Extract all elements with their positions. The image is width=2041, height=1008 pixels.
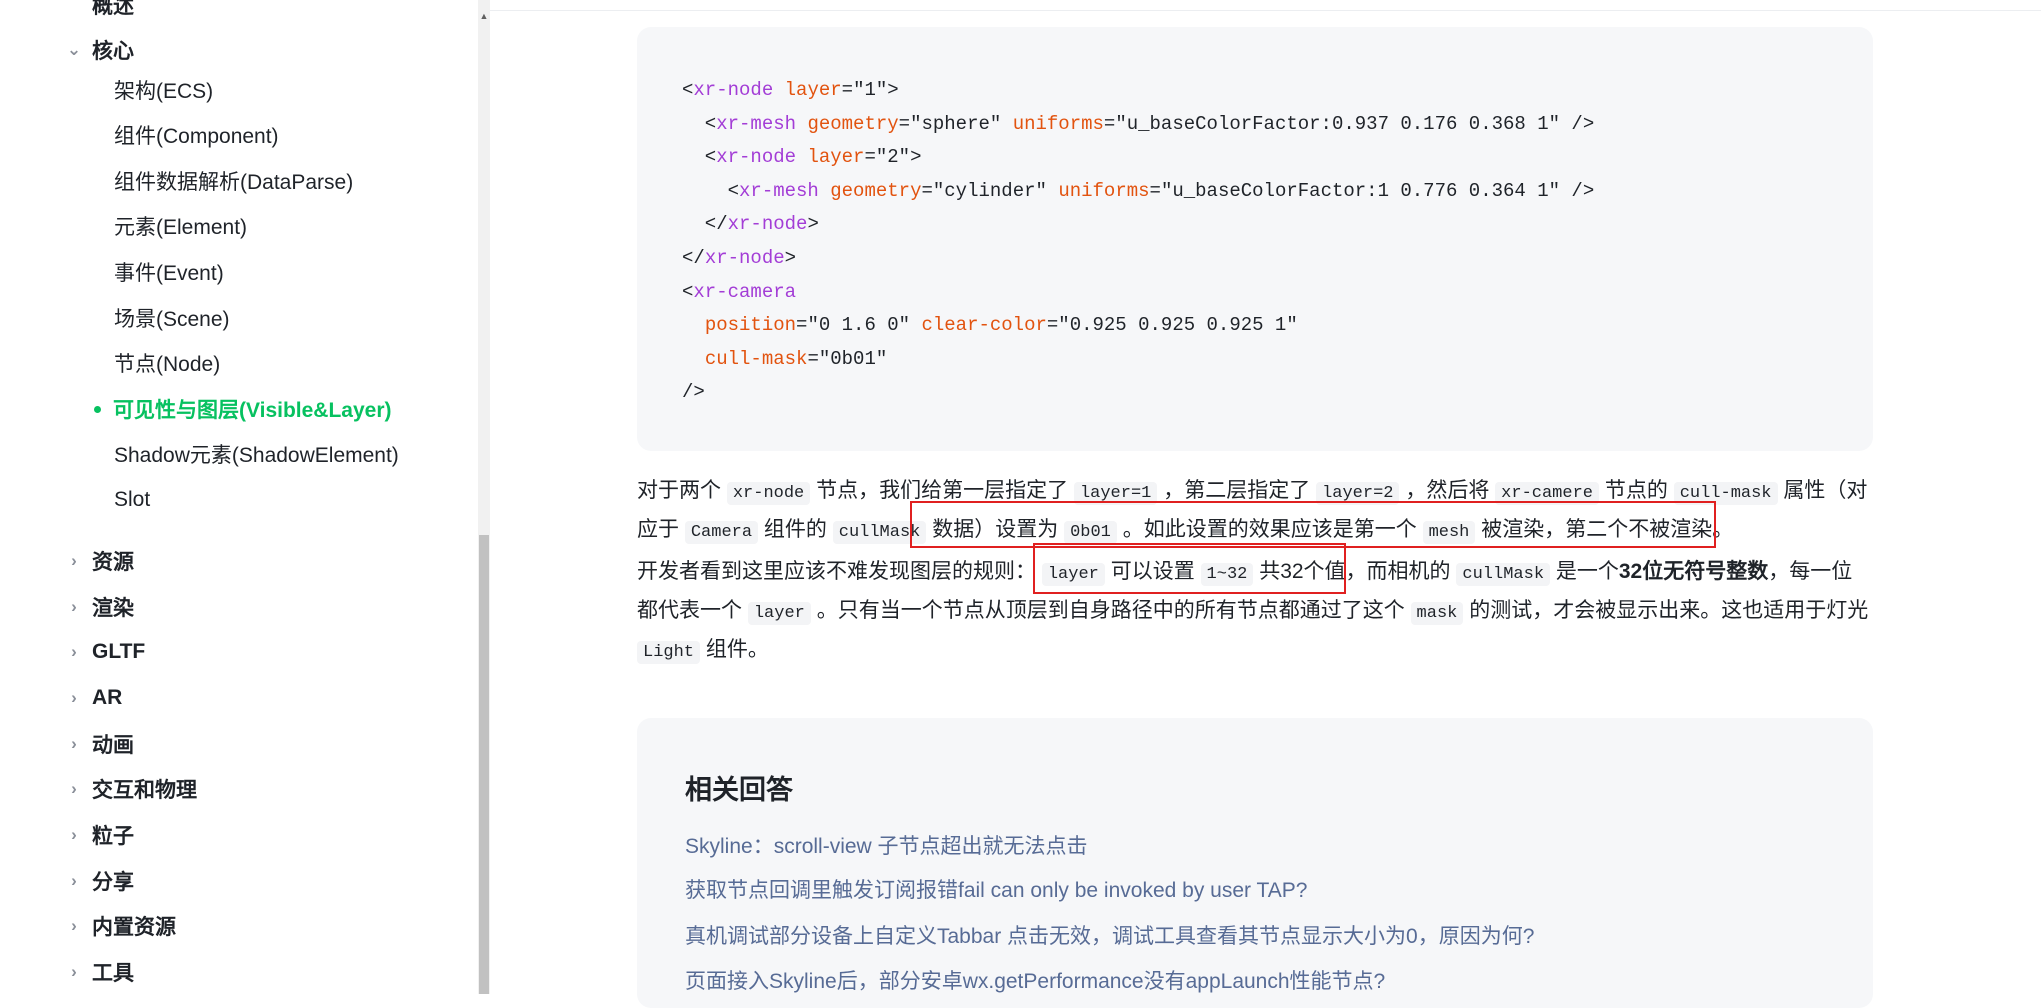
sidebar-item-event[interactable]: 事件(Event) [114,257,224,287]
highlight-box-cull-mask [910,501,1716,548]
chevron-right-icon: › [71,734,77,753]
sidebar-item-label: 资源 [92,551,134,574]
sidebar-item-label: Slot [114,488,151,511]
chevron-right-icon: › [71,597,77,616]
sidebar-item-label: AR [92,686,123,709]
sidebar-item-label: 场景(Scene) [114,308,230,331]
sidebar-item-label: 组件数据解析(DataParse) [114,171,354,194]
sidebar-item-interaction-physics[interactable]: › 交互和物理 [62,774,197,804]
sidebar-item-label: 核心 [92,40,134,63]
sidebar-item-slot[interactable]: Slot [114,485,150,515]
sidebar-item-dataparse[interactable]: 组件数据解析(DataParse) [114,166,353,196]
sidebar-item-label: 内置资源 [92,916,176,939]
sidebar-item-builtin-resources[interactable]: › 内置资源 [62,911,176,941]
sidebar-item-node[interactable]: 节点(Node) [114,348,220,378]
sidebar-item-component[interactable]: 组件(Component) [114,120,279,150]
chevron-right-icon: › [71,871,77,890]
sidebar-item-gltf[interactable]: › GLTF [62,637,145,667]
chevron-right-icon: › [71,642,77,661]
code-content: <xr-node layer="1"> <xr-mesh geometry="s… [682,79,1595,404]
sidebar-item-label: Shadow元素(ShadowElement) [114,444,399,467]
sidebar-item-particles[interactable]: › 粒子 [62,820,134,850]
related-link[interactable]: 页面接入Skyline后，部分安卓wx.getPerformance没有appL… [685,965,1385,995]
sidebar-item-label: 架构(ECS) [114,80,214,103]
sidebar-item-ar[interactable]: › AR [62,683,122,713]
sidebar-item-shadow-element[interactable]: Shadow元素(ShadowElement) [114,439,399,469]
sidebar-item-share[interactable]: › 分享 [62,866,134,896]
sidebar-item-label: 渲染 [92,597,134,620]
sidebar-item-scene[interactable]: 场景(Scene) [114,303,230,333]
sidebar-item-label: 交互和物理 [92,779,197,802]
chevron-right-icon: › [71,825,77,844]
chevron-right-icon: › [71,551,77,570]
sidebar-item-label: 节点(Node) [114,353,221,376]
chevron-right-icon: › [71,916,77,935]
sidebar-item-animation[interactable]: › 动画 [62,729,134,759]
sidebar-item-ecs[interactable]: 架构(ECS) [114,75,213,105]
chevron-right-icon: › [71,688,77,707]
related-link[interactable]: 真机调试部分设备上自定义Tabbar 点击无效，调试工具查看其节点显示大小为0，… [685,920,1534,950]
sidebar-item-label: 可见性与图层(Visible&Layer) [113,399,392,422]
sidebar-scrollbar-thumb[interactable] [479,535,489,994]
sidebar-item-resources[interactable]: › 资源 [62,546,134,576]
active-dot-icon [94,405,101,413]
sidebar-item-render[interactable]: › 渲染 [62,592,134,622]
sidebar-item-visible-layer[interactable]: 可见性与图层(Visible&Layer) [94,394,392,424]
sidebar-item-label: 分享 [92,871,134,894]
sidebar-item-tools[interactable]: › 工具 [62,957,134,987]
sidebar-item-label: 组件(Component) [114,125,279,148]
chevron-down-icon: ⌄ [66,40,82,59]
sidebar-item-label: 元素(Element) [114,216,248,239]
sidebar-nav: 概述 ⌄ 核心 架构(ECS) 组件(Component) 组件数据解析(Dat… [0,0,478,994]
sidebar-item-core[interactable]: ⌄ 核心 [62,35,134,65]
sidebar-item-label: 工具 [92,962,134,985]
related-link[interactable]: Skyline：scroll-view 子节点超出就无法点击 [685,830,1088,860]
related-answers-title: 相关回答 [685,775,793,805]
sidebar-item-label: 粒子 [92,825,134,848]
highlight-box-layer-values [1033,543,1346,594]
chevron-right-icon: › [71,779,77,798]
scroll-up-arrow-icon[interactable]: ▲ [479,10,489,22]
chevron-right-icon: › [71,962,77,981]
sidebar-item-label: 事件(Event) [114,262,224,285]
sidebar-item-label: GLTF [92,640,146,663]
sidebar-item-element[interactable]: 元素(Element) [114,211,247,241]
related-link[interactable]: 获取节点回调里触发订阅报错fail can only be invoked by… [685,874,1307,904]
sidebar-item-overview[interactable]: 概述 [62,0,134,20]
sidebar-item-label: 动画 [92,734,134,757]
sidebar-item-label: 概述 [92,0,134,18]
